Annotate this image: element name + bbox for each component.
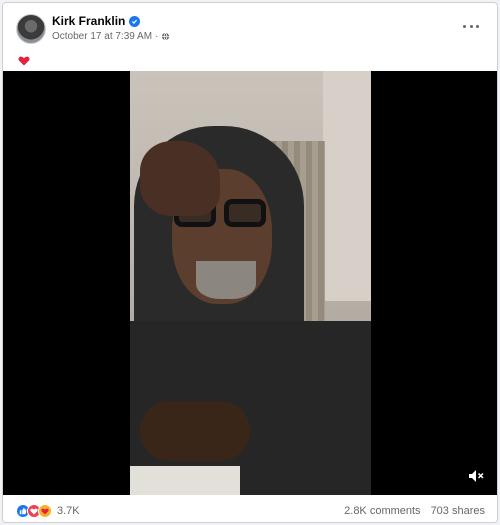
author-row: Kirk Franklin — [52, 14, 141, 28]
video-subject-arm — [140, 401, 250, 461]
video-player[interactable] — [3, 71, 497, 495]
dot — [463, 24, 466, 28]
comments-count-link[interactable]: 2.8K comments — [344, 505, 420, 517]
video-subject-hand — [140, 141, 220, 216]
post-footer: 3.7K 2.8K comments 703 shares — [3, 495, 497, 522]
video-frame — [130, 71, 371, 495]
speaker-muted-icon[interactable] — [467, 467, 485, 485]
author-name[interactable]: Kirk Franklin — [52, 14, 125, 28]
more-options-button[interactable] — [459, 17, 483, 35]
verified-badge-icon — [129, 15, 141, 27]
shares-count-link[interactable]: 703 shares — [431, 505, 485, 517]
meta-separator: · — [155, 31, 159, 42]
video-foreground-paper — [130, 466, 240, 495]
engagement-stats: 2.8K comments 703 shares — [344, 505, 485, 517]
post-card: Kirk Franklin October 17 at 7:39 AM · 3.… — [2, 2, 498, 523]
avatar[interactable] — [16, 14, 46, 44]
reaction-count: 3.7K — [57, 505, 80, 517]
heart-emoji-icon — [18, 53, 30, 66]
post-timestamp[interactable]: October 17 at 7:39 AM — [52, 31, 152, 42]
post-meta: October 17 at 7:39 AM · — [52, 31, 170, 42]
dot — [476, 24, 479, 28]
video-subject-beard — [196, 261, 256, 299]
post-header: Kirk Franklin October 17 at 7:39 AM · — [3, 3, 497, 51]
reactions-summary[interactable]: 3.7K — [16, 504, 80, 518]
video-background — [323, 71, 371, 301]
dot — [469, 24, 473, 28]
lens-right — [224, 199, 266, 227]
globe-icon — [161, 32, 170, 41]
care-icon — [38, 504, 52, 518]
